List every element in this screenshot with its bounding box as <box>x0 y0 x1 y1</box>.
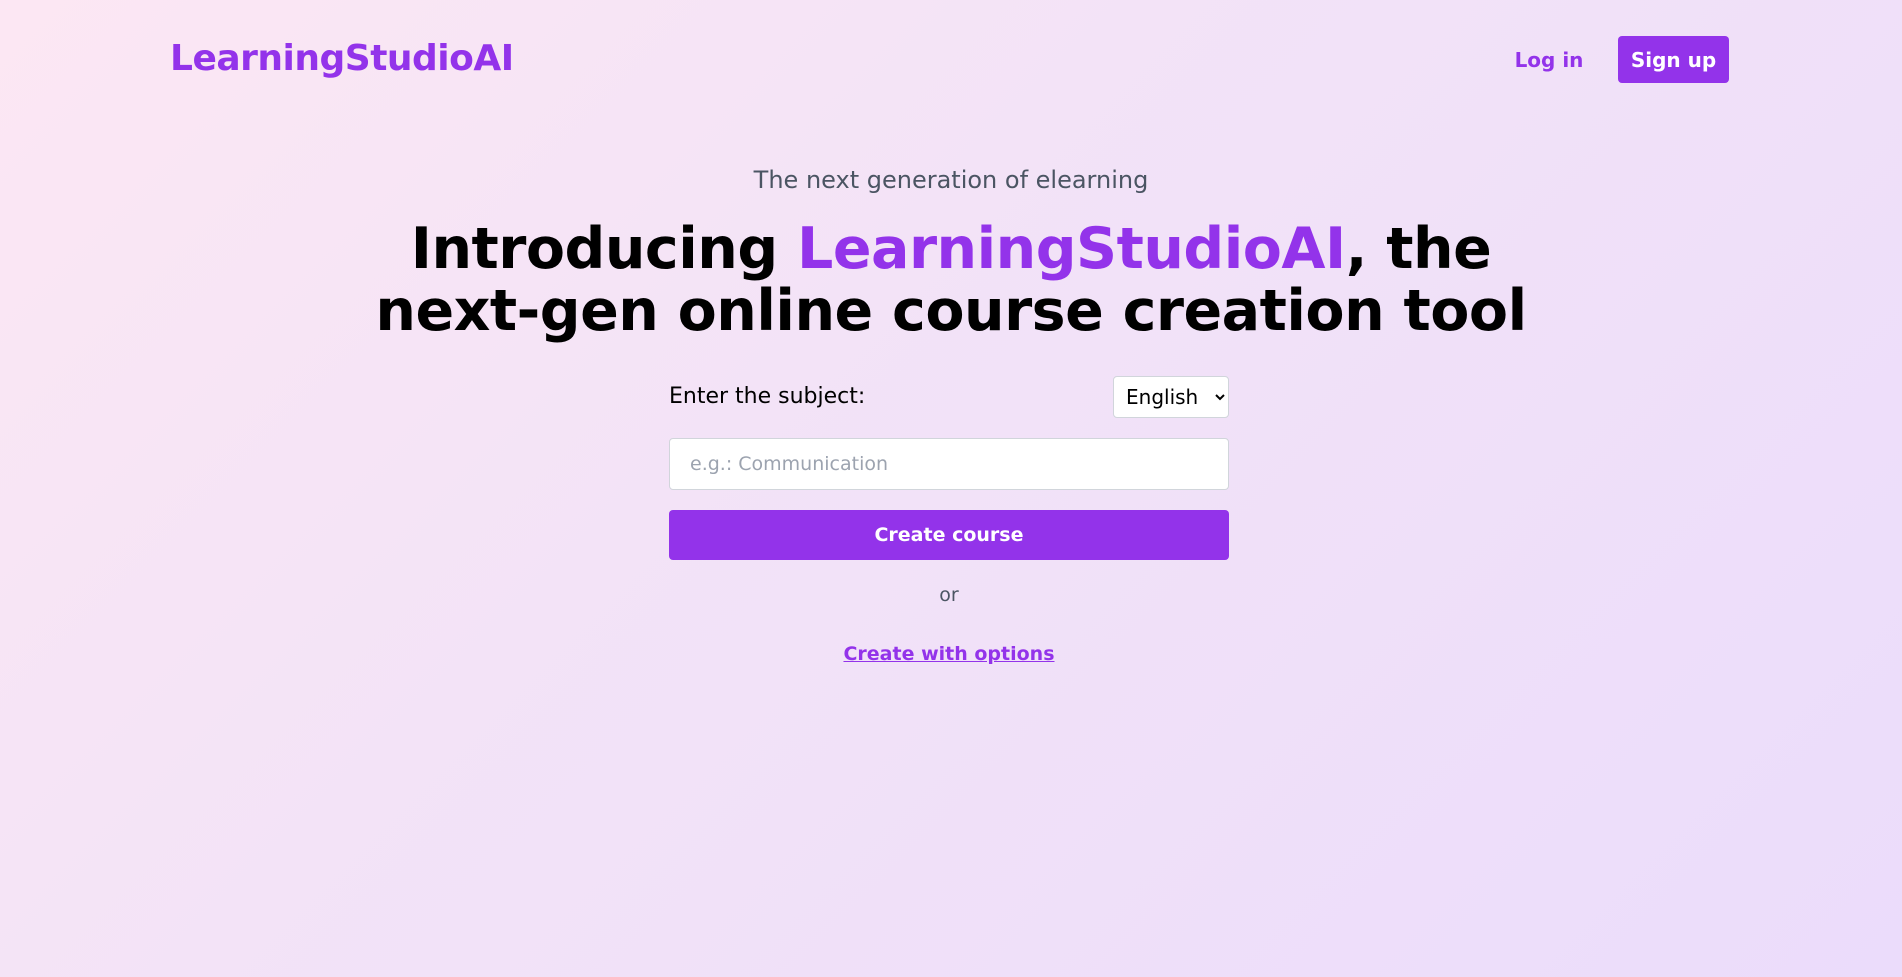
subject-input[interactable] <box>669 438 1229 490</box>
signup-button[interactable]: Sign up <box>1618 36 1729 83</box>
headline-brand: LearningStudioAI <box>797 216 1346 282</box>
create-with-options-link[interactable]: Create with options <box>669 643 1229 665</box>
language-select[interactable]: English <box>1113 376 1229 418</box>
login-link[interactable]: Log in <box>1500 48 1598 72</box>
headline-prefix: Introducing <box>410 216 797 282</box>
headline-line1-suffix: , the <box>1345 216 1492 282</box>
hero-headline: Introducing LearningStudioAI, the next-g… <box>0 218 1902 342</box>
create-course-button[interactable]: Create course <box>669 510 1229 560</box>
headline-line2: next-gen online course creation tool <box>375 278 1527 344</box>
subject-label: Enter the subject: <box>669 384 866 409</box>
logo[interactable]: LearningStudioAI <box>170 38 514 79</box>
or-divider-text: or <box>939 584 959 606</box>
hero-tagline: The next generation of elearning <box>753 166 1149 194</box>
site-header: LearningStudioAI Log in Sign up <box>0 0 1902 120</box>
